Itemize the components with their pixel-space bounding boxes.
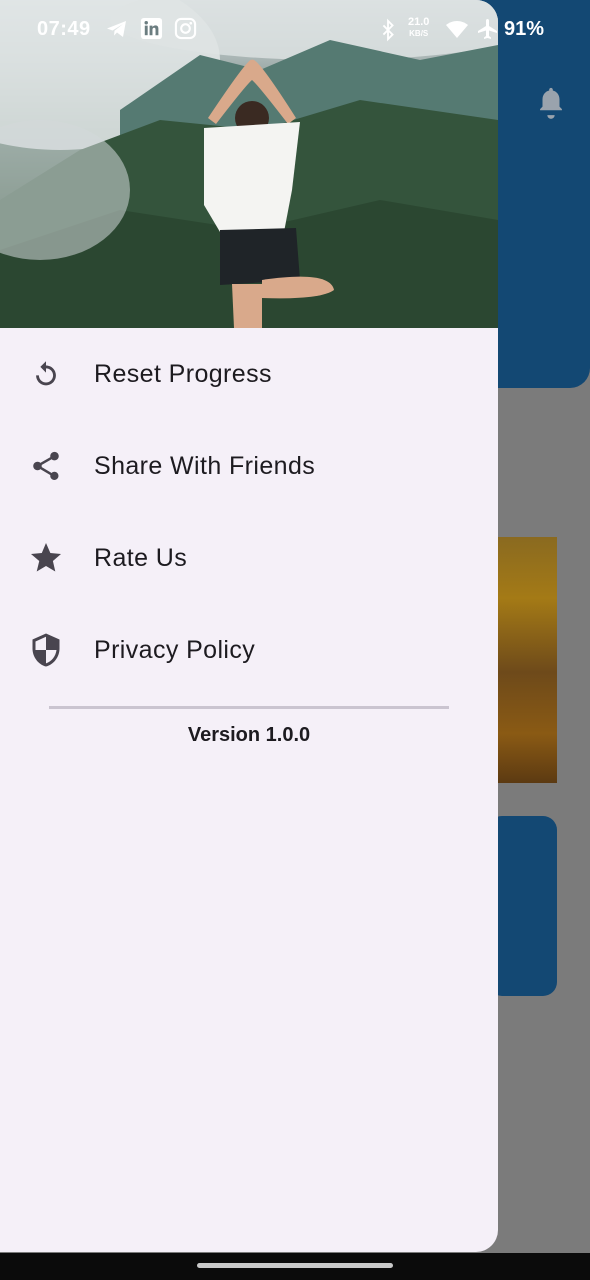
menu-item-label: Reset Progress bbox=[94, 359, 272, 388]
divider bbox=[49, 706, 449, 709]
notification-bell-icon[interactable] bbox=[536, 86, 566, 120]
network-speed-value: 21.0 bbox=[408, 16, 430, 28]
telegram-icon bbox=[107, 21, 126, 37]
background-card bbox=[488, 816, 557, 996]
bluetooth-icon bbox=[382, 18, 394, 42]
menu-item-rate-us[interactable]: Rate Us bbox=[0, 512, 498, 604]
instagram-icon bbox=[174, 17, 197, 40]
wifi-icon bbox=[446, 21, 468, 38]
network-speed-unit: KB/S bbox=[409, 29, 429, 38]
star-icon bbox=[28, 540, 64, 576]
airplane-mode-icon bbox=[478, 19, 497, 39]
reset-icon bbox=[28, 356, 64, 392]
menu-item-share-with-friends[interactable]: Share With Friends bbox=[0, 420, 498, 512]
navigation-drawer: Reset Progress Share With Friends Rate U… bbox=[0, 0, 498, 1252]
battery-level: 91% bbox=[504, 18, 545, 40]
home-indicator[interactable] bbox=[197, 1263, 393, 1268]
menu-item-reset-progress[interactable]: Reset Progress bbox=[0, 328, 498, 420]
menu-item-label: Privacy Policy bbox=[94, 635, 256, 664]
menu-item-label: Share With Friends bbox=[94, 451, 316, 480]
menu-item-label: Rate Us bbox=[94, 543, 188, 572]
background-image-card bbox=[492, 537, 557, 783]
network-speed: 21.0 KB/S bbox=[408, 17, 429, 39]
drawer-menu: Reset Progress Share With Friends Rate U… bbox=[0, 328, 498, 696]
share-icon bbox=[28, 448, 64, 484]
shield-icon bbox=[28, 632, 64, 668]
status-bar: 07:49 21.0 KB/S 91% bbox=[0, 0, 590, 60]
status-time: 07:49 bbox=[37, 18, 91, 40]
linkedin-icon bbox=[140, 17, 163, 40]
version-label: Version 1.0.0 bbox=[187, 724, 311, 746]
menu-item-privacy-policy[interactable]: Privacy Policy bbox=[0, 604, 498, 696]
